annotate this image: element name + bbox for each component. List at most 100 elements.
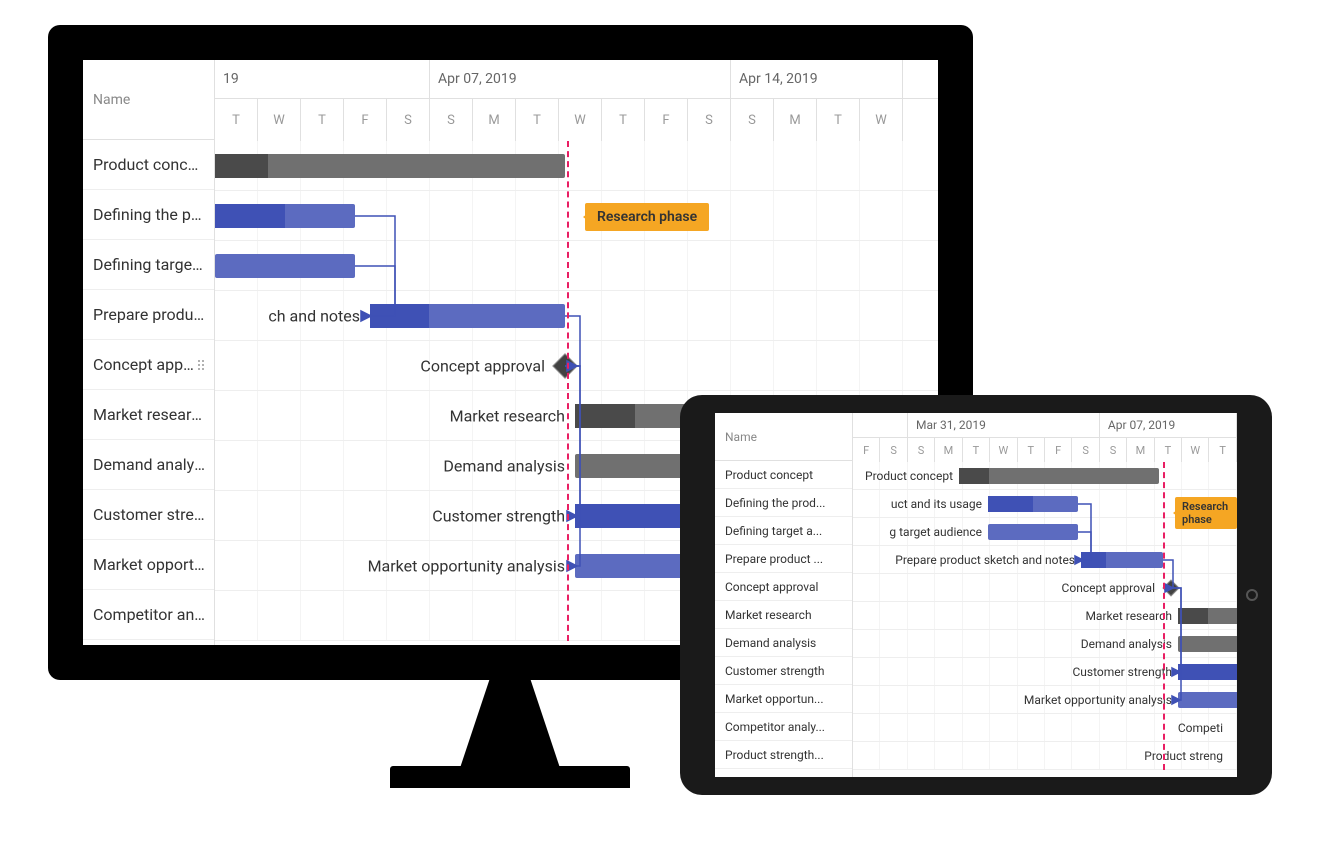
day-header: F bbox=[344, 99, 387, 141]
task-row[interactable]: Demand analysis bbox=[715, 629, 852, 657]
task-row[interactable]: Product concept bbox=[83, 140, 214, 190]
task-name-label: Demand analysis bbox=[725, 636, 844, 650]
day-header: M bbox=[935, 438, 962, 462]
timeline-row bbox=[215, 141, 938, 191]
timeline-row: Market opportunity analysis bbox=[853, 686, 1237, 714]
task-name-label: Market opportun... bbox=[93, 555, 206, 574]
task-row[interactable]: Defining target a... bbox=[715, 517, 852, 545]
timeline-row: Product concept bbox=[853, 462, 1237, 490]
timeline-area[interactable]: Mar 31, 2019Apr 07, 2019FSSMTWTFSSMTWTPr… bbox=[853, 413, 1237, 777]
tooltip-research-phase: Research phase bbox=[585, 203, 709, 231]
task-name-label: Defining the prod... bbox=[725, 496, 844, 510]
task-name-column: Name Product concept Defining the prod... D… bbox=[83, 60, 215, 645]
timeline-row: Demand analysis bbox=[853, 630, 1237, 658]
task-row[interactable]: Prepare product ... bbox=[83, 290, 214, 340]
task-row[interactable]: Concept approval bbox=[715, 573, 852, 601]
task-bar-label: Product concept bbox=[865, 469, 959, 483]
task-bar-label: uct and its usage bbox=[891, 497, 988, 511]
task-bar[interactable] bbox=[215, 154, 565, 178]
tablet-frame: NameProduct conceptDefining the prod...D… bbox=[680, 395, 1272, 795]
task-bar-label: Market opportunity analysis bbox=[368, 557, 575, 576]
task-bar[interactable]: Prepare product sketch and notes bbox=[1081, 552, 1163, 568]
task-row[interactable]: Market opportun... bbox=[715, 685, 852, 713]
day-header: T bbox=[1209, 438, 1236, 462]
task-bar[interactable]: Product concept bbox=[959, 468, 1159, 484]
day-header: T bbox=[963, 438, 990, 462]
day-header: T bbox=[1018, 438, 1045, 462]
gantt-chart-tablet[interactable]: NameProduct conceptDefining the prod...D… bbox=[715, 413, 1237, 777]
task-name-label: Market research bbox=[725, 608, 844, 622]
task-name-label: Concept approval bbox=[93, 355, 198, 374]
task-name-label: Customer strength bbox=[725, 664, 844, 678]
task-row[interactable]: Competitor analy... bbox=[83, 590, 214, 640]
task-bar[interactable]: g target audience bbox=[988, 524, 1078, 540]
task-name-label: Product concept bbox=[93, 155, 206, 174]
milestone-label: Concept approval bbox=[420, 356, 555, 375]
task-name-label: Defining target a... bbox=[93, 255, 206, 274]
name-column-header: Name bbox=[715, 413, 852, 461]
timeline-row: ch and notes bbox=[215, 291, 938, 341]
task-row[interactable]: Competitor analy... bbox=[715, 713, 852, 741]
task-bar[interactable] bbox=[215, 204, 355, 228]
timeline-row bbox=[215, 241, 938, 291]
day-header: S bbox=[731, 99, 774, 141]
day-header: T bbox=[516, 99, 559, 141]
timeline-row: Customer strength bbox=[853, 658, 1237, 686]
task-bar[interactable]: Market research bbox=[1178, 608, 1237, 624]
week-header: Mar 31, 2019 bbox=[908, 413, 1100, 437]
task-bar-label: Demand analysis bbox=[443, 457, 575, 476]
day-header: W bbox=[559, 99, 602, 141]
day-header: W bbox=[1182, 438, 1209, 462]
week-header: Apr 07, 2019 bbox=[430, 60, 731, 98]
task-name-label: Competitor analy... bbox=[725, 720, 844, 734]
task-bar[interactable] bbox=[215, 254, 355, 278]
task-row[interactable]: Customer strength bbox=[715, 657, 852, 685]
task-row[interactable]: Defining target a... bbox=[83, 240, 214, 290]
day-header: M bbox=[774, 99, 817, 141]
day-header: F bbox=[853, 438, 880, 462]
milestone-icon[interactable] bbox=[552, 353, 577, 378]
task-bar-label: ch and notes bbox=[268, 307, 370, 326]
day-header: W bbox=[990, 438, 1017, 462]
monitor-stand bbox=[390, 678, 630, 788]
milestone-icon[interactable] bbox=[1163, 580, 1180, 597]
timeline-row: Concept approval bbox=[215, 341, 938, 391]
day-header: T bbox=[817, 99, 860, 141]
today-marker bbox=[567, 141, 569, 641]
task-row[interactable]: Prepare product ... bbox=[715, 545, 852, 573]
task-bar[interactable]: Customer strength bbox=[1178, 664, 1237, 680]
week-header: 19 bbox=[215, 60, 430, 98]
day-header: T bbox=[602, 99, 645, 141]
day-header: T bbox=[215, 99, 258, 141]
task-row[interactable]: Defining the prod... bbox=[715, 489, 852, 517]
task-row[interactable]: Defining the prod... bbox=[83, 190, 214, 240]
day-header: F bbox=[1045, 438, 1072, 462]
drag-handle-icon[interactable] bbox=[198, 360, 206, 370]
day-header: S bbox=[387, 99, 430, 141]
task-row[interactable]: Product strength... bbox=[715, 741, 852, 769]
milestone-label: Concept approval bbox=[1062, 581, 1161, 595]
task-bar[interactable]: uct and its usage bbox=[988, 496, 1078, 512]
task-row[interactable]: Demand analysis bbox=[83, 440, 214, 490]
task-row[interactable]: Concept approval bbox=[83, 340, 214, 390]
task-row[interactable]: Market opportun... bbox=[83, 540, 214, 590]
day-header: S bbox=[1100, 438, 1127, 462]
week-header: Apr 07, 2019 bbox=[1100, 413, 1237, 437]
day-header: T bbox=[301, 99, 344, 141]
task-row[interactable]: Customer strength bbox=[83, 490, 214, 540]
day-header: W bbox=[258, 99, 301, 141]
task-row[interactable]: Product concept bbox=[715, 461, 852, 489]
task-bar[interactable]: Market opportunity analysis bbox=[1178, 692, 1237, 708]
task-row[interactable]: Market research bbox=[715, 601, 852, 629]
task-name-label: Prepare product ... bbox=[725, 552, 844, 566]
task-name-label: Defining target a... bbox=[725, 524, 844, 538]
task-bar[interactable]: ch and notes bbox=[370, 304, 565, 328]
week-header bbox=[853, 413, 908, 437]
tablet-home-button[interactable] bbox=[1246, 589, 1258, 601]
day-header: W bbox=[860, 99, 903, 141]
task-bar[interactable]: Demand analysis bbox=[1178, 636, 1237, 652]
timeline-row: Concept approval bbox=[853, 574, 1237, 602]
day-header: F bbox=[645, 99, 688, 141]
task-row[interactable]: Market research bbox=[83, 390, 214, 440]
name-column-header: Name bbox=[83, 60, 214, 140]
